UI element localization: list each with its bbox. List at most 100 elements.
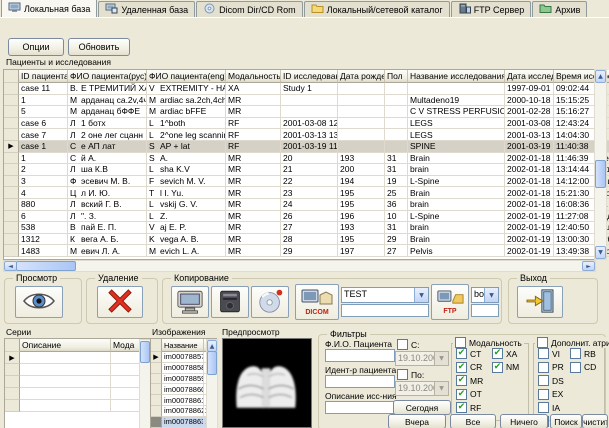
checkbox-icon[interactable]: ✔ [492, 361, 503, 373]
column-header[interactable]: ФИО пациента(рус) [68, 70, 147, 83]
table-row[interactable]: 1Сй А. S A. MR 20 193 31 Brain 2002-01-18 11:46:3… [4, 152, 609, 165]
modality-mr-checkbox[interactable]: ✔ MR [456, 375, 483, 386]
row-selector-cell[interactable] [151, 384, 162, 396]
checkbox-icon[interactable] [397, 339, 408, 350]
send-ftp-button[interactable]: FTP [431, 284, 469, 320]
modality-nm-checkbox[interactable]: ✔ NM [492, 361, 519, 373]
study-desc-field[interactable] [325, 401, 395, 414]
row-selector-cell[interactable] [151, 395, 162, 406]
column-header[interactable]: Дата исследо [505, 70, 554, 83]
delete-button[interactable] [97, 286, 143, 318]
copy-to-drive-button[interactable] [211, 286, 249, 318]
row-selector-cell[interactable]: ▶ [5, 352, 20, 364]
row-selector-cell[interactable] [5, 400, 20, 412]
row-selector-cell[interactable] [151, 416, 162, 428]
column-header[interactable]: Название исследования [408, 70, 505, 83]
patient-name-field[interactable] [325, 349, 395, 362]
clear-button[interactable]: Очистить [582, 414, 608, 428]
patients-hscrollbar[interactable]: ◄ ► [3, 260, 596, 272]
row-selector-cell[interactable] [5, 376, 20, 388]
checkbox-icon[interactable]: ✔ [456, 375, 467, 386]
table-row[interactable]: case 6Л 1 ботх L 1^both RF2001-03-08 12:29 LE… [4, 117, 609, 130]
column-header[interactable]: ID пациента [19, 70, 68, 83]
chevron-down-icon[interactable]: ▼ [484, 288, 498, 302]
series-scroll-thumb[interactable] [140, 341, 150, 363]
column-header[interactable]: Название [162, 339, 204, 352]
attribute-vi-checkbox[interactable]: VI [538, 348, 564, 359]
checkbox-icon[interactable] [570, 361, 581, 373]
copy-to-local-button[interactable] [171, 286, 209, 318]
table-row[interactable]: 4Цл И. Ю. Tl I. Yu. MR 23 195 25 Brain 2002-01-… [4, 187, 609, 199]
row-selector-cell[interactable] [151, 405, 162, 417]
row-selector-cell[interactable] [4, 106, 19, 118]
table-row[interactable]: 538 Впай Е. П. Vaj E. P. MR 27 193 31 brain 2002… [4, 222, 609, 234]
checkbox-icon[interactable] [538, 388, 549, 400]
row-selector-cell[interactable] [4, 175, 19, 188]
scroll-up-icon[interactable]: ▲ [595, 70, 606, 83]
table-row[interactable]: 880 Лвский Г. В. Lvskij G. V. MR 24 195 36 brai… [4, 198, 609, 211]
tab-5[interactable]: FTP Сервер [450, 1, 532, 17]
series-row[interactable]: ▶ [5, 352, 151, 364]
refresh-button[interactable]: Обновить [68, 38, 130, 56]
row-selector-cell[interactable]: ▶ [4, 140, 19, 153]
attribute-ds-checkbox[interactable]: DS [538, 375, 564, 386]
table-row[interactable]: 1483 Мевич Л. А. Mevich L. A. MR 29 197 27 Pelv… [4, 245, 609, 257]
row-selector-cell[interactable] [4, 94, 19, 107]
row-selector-cell[interactable]: ▶ [151, 352, 162, 363]
hscroll-thumb[interactable] [16, 261, 76, 271]
row-selector-cell[interactable] [4, 117, 19, 130]
date-to-picker[interactable]: 19.10.200 ▼ [395, 381, 449, 396]
patients-vscrollbar[interactable]: ▲ ▼ [594, 69, 607, 260]
modality-checkbox[interactable]: Модальность [453, 337, 524, 348]
attribute-ia-checkbox[interactable]: IA [538, 402, 564, 413]
row-selector-cell[interactable] [151, 373, 162, 385]
all-button[interactable]: Все [450, 414, 496, 428]
tab-3[interactable]: Dicom Dir/CD Rom [196, 1, 303, 17]
table-row[interactable]: case 11В.Е ТРЕМИТИЙ ХАНV EXTREMITY - HAIX… [4, 83, 609, 95]
row-selector-cell[interactable] [4, 164, 19, 176]
series-row[interactable] [5, 400, 151, 412]
column-header[interactable]: ФИО пациента(eng) [147, 70, 226, 83]
attribute-ex-checkbox[interactable]: EX [538, 388, 564, 400]
column-header[interactable]: Время исс [554, 70, 595, 83]
chevron-down-icon[interactable]: ▼ [414, 288, 428, 302]
dicom-extra-field[interactable] [341, 304, 429, 317]
row-selector-cell[interactable] [151, 362, 162, 374]
column-header[interactable]: ID исследования [281, 70, 338, 83]
row-selector-cell[interactable] [5, 364, 20, 376]
table-row[interactable]: ▶ case 1Се АП лат S AP + lat RF 2001-03-19 11… [4, 140, 609, 153]
view-button[interactable] [15, 286, 63, 318]
modality-rf-checkbox[interactable]: ✔ RF [456, 402, 483, 413]
send-dicom-button[interactable]: DICOM [295, 284, 339, 320]
row-selector-cell[interactable] [4, 245, 19, 257]
row-selector-cell[interactable] [4, 152, 19, 165]
date-from-checkbox[interactable]: С: [397, 339, 420, 350]
table-row[interactable]: 1312 Квега А. Б. Kvega A. B. MR 28 195 29 Brain… [4, 233, 609, 246]
exit-button[interactable] [517, 286, 563, 318]
tab-1[interactable]: Локальная база [1, 0, 98, 17]
images-vscrollbar[interactable]: ▲ [206, 339, 218, 428]
checkbox-icon[interactable] [538, 402, 549, 413]
table-row[interactable]: 5 Марданац бФФЕ Mardiac bFFE MR C V STRESS P… [4, 106, 609, 118]
patient-id-field[interactable] [325, 375, 395, 388]
checkbox-icon[interactable] [538, 361, 549, 373]
row-selector-cell[interactable] [4, 233, 19, 246]
checkbox-icon[interactable]: ✔ [456, 402, 467, 413]
modality-cr-checkbox[interactable]: ✔ CR [456, 361, 483, 373]
date-from-picker[interactable]: 19.10.200 ▼ [395, 351, 449, 366]
table-row[interactable]: 2 Лша К.В Lsha K.V MR 21 200 31 brain 2002-01-18… [4, 164, 609, 176]
today-button[interactable]: Сегодня [393, 400, 451, 415]
table-row[interactable]: 6 Л ". З. L Z. MR 26 196 10 L-Spine 2002-01-19 11:2… [4, 210, 609, 223]
column-header[interactable]: Описание [20, 339, 111, 352]
scroll-right-icon[interactable]: ► [582, 261, 595, 271]
row-selector-cell[interactable] [4, 198, 19, 211]
modality-xa-checkbox[interactable]: ✔ XA [492, 348, 519, 359]
options-button[interactable]: Опции [8, 38, 64, 56]
checkbox-icon[interactable]: ✔ [456, 361, 467, 373]
series-row[interactable] [5, 388, 151, 400]
images-scroll-thumb[interactable] [207, 351, 217, 375]
tab-4[interactable]: Локальный/сетевой каталог [303, 1, 450, 17]
checkbox-icon[interactable] [570, 348, 581, 359]
attribute-cd-checkbox[interactable]: CD [570, 361, 596, 373]
checkbox-icon[interactable] [538, 348, 549, 359]
